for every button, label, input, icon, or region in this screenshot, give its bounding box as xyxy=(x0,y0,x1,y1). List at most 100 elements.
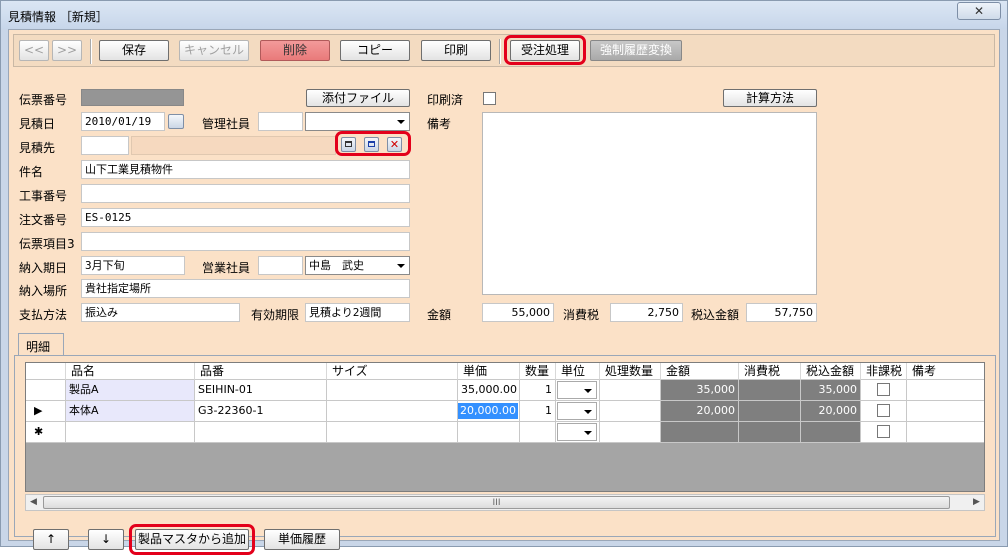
destination-name-field xyxy=(131,136,336,155)
next-record-button[interactable]: >> xyxy=(52,40,82,61)
cell-size[interactable] xyxy=(327,401,458,422)
row-header[interactable]: ▶ xyxy=(26,401,66,422)
slip-item3-field[interactable] xyxy=(81,232,410,251)
delete-button[interactable]: 削除 xyxy=(260,40,330,61)
client-area: << >> 保存 キャンセル 削除 コピー 印刷 受注処理 強制履歴変換 伝票番… xyxy=(8,29,1000,555)
cell-nontax[interactable] xyxy=(861,422,907,443)
row-header[interactable] xyxy=(26,380,66,401)
unit-select[interactable] xyxy=(557,402,597,420)
nontax-checkbox[interactable] xyxy=(877,383,890,396)
window-icon[interactable] xyxy=(341,137,356,152)
sales-staff-select[interactable]: 中島 武史 xyxy=(305,256,410,275)
work-no-label: 工事番号 xyxy=(19,189,68,203)
delivery-date-label: 納入期日 xyxy=(19,261,68,275)
item-name-field[interactable]: 山下工業見積物件 xyxy=(81,160,410,179)
col-header-unit[interactable]: 単位 xyxy=(556,363,600,380)
slip-item3-label: 伝票項目3 xyxy=(19,237,75,251)
cell-remarks[interactable] xyxy=(907,422,984,443)
nontax-checkbox[interactable] xyxy=(877,404,890,417)
cell-qty[interactable]: 1 xyxy=(520,401,556,422)
order-no-field[interactable]: ES-0125 xyxy=(81,208,410,227)
scroll-right-icon[interactable]: ▶ xyxy=(969,496,984,509)
cell-proc-qty[interactable] xyxy=(600,401,661,422)
sales-staff-label: 営業社員 xyxy=(202,261,251,275)
col-header-price[interactable]: 単価 xyxy=(458,363,520,380)
horizontal-scrollbar[interactable]: ◀ III ▶ xyxy=(25,494,985,511)
col-header-name[interactable]: 品名 xyxy=(66,363,195,380)
cell-nontax[interactable] xyxy=(861,401,907,422)
cell-remarks[interactable] xyxy=(907,401,984,422)
detail-grid: 品名 品番 サイズ 単価 数量 単位 処理数量 金額 消費税 税込金額 非課税 … xyxy=(25,362,985,492)
cell-price[interactable]: 35,000.00 xyxy=(458,380,520,401)
cell-qty[interactable]: 1 xyxy=(520,380,556,401)
col-header-qty[interactable]: 数量 xyxy=(520,363,556,380)
clear-x-icon[interactable]: ✕ xyxy=(387,137,402,152)
slip-no-field xyxy=(81,89,184,106)
detail-panel: 品名 品番 サイズ 単価 数量 単位 処理数量 金額 消費税 税込金額 非課税 … xyxy=(14,355,996,555)
delivery-date-field[interactable]: 3月下旬 xyxy=(81,256,185,275)
cell-size[interactable] xyxy=(327,422,458,443)
col-header-code[interactable]: 品番 xyxy=(195,363,327,380)
grid-corner xyxy=(26,363,66,380)
save-button[interactable]: 保存 xyxy=(99,40,169,61)
col-header-remarks[interactable]: 備考 xyxy=(907,363,984,380)
col-header-tax[interactable]: 消費税 xyxy=(739,363,801,380)
col-header-proc-qty[interactable]: 処理数量 xyxy=(600,363,661,380)
cell-name[interactable]: 本体A xyxy=(66,401,195,422)
cell-total xyxy=(801,422,861,443)
remarks-field[interactable] xyxy=(482,112,817,295)
cell-price-selected[interactable]: 20,000.00 xyxy=(458,401,520,422)
valid-period-field[interactable]: 見積より2週間 xyxy=(305,303,410,322)
cell-name[interactable]: 製品A xyxy=(66,380,195,401)
destination-code-field[interactable] xyxy=(81,136,129,155)
work-no-field[interactable] xyxy=(81,184,410,203)
cell-qty[interactable] xyxy=(520,422,556,443)
order-processing-button[interactable]: 受注処理 xyxy=(510,40,580,61)
estimate-date-field[interactable]: 2010/01/19 xyxy=(81,112,165,131)
col-header-amount[interactable]: 金額 xyxy=(661,363,739,380)
cell-proc-qty[interactable] xyxy=(600,422,661,443)
delivery-place-field[interactable]: 貴社指定場所 xyxy=(81,279,410,298)
col-header-total[interactable]: 税込金額 xyxy=(801,363,861,380)
cell-price[interactable] xyxy=(458,422,520,443)
payment-method-field[interactable]: 振込み xyxy=(81,303,240,322)
row-header-new[interactable]: ✱ xyxy=(26,422,66,443)
nontax-checkbox[interactable] xyxy=(877,425,890,438)
cell-remarks[interactable] xyxy=(907,380,984,401)
tax-field: 2,750 xyxy=(610,303,683,322)
chevron-down-icon xyxy=(397,120,405,124)
cell-tax xyxy=(739,401,801,422)
force-history-convert-button[interactable]: 強制履歴変換 xyxy=(590,40,682,61)
calendar-button[interactable] xyxy=(168,114,184,129)
cell-unit[interactable] xyxy=(556,380,600,401)
cell-unit[interactable] xyxy=(556,401,600,422)
manager-code-field[interactable] xyxy=(258,112,303,131)
prev-record-button[interactable]: << xyxy=(19,40,49,61)
col-header-nontax[interactable]: 非課税 xyxy=(861,363,907,380)
cell-proc-qty[interactable] xyxy=(600,380,661,401)
cell-name[interactable] xyxy=(66,422,195,443)
col-header-size[interactable]: サイズ xyxy=(327,363,458,380)
copy-button[interactable]: コピー xyxy=(340,40,410,61)
sales-staff-code-field[interactable] xyxy=(258,256,303,275)
attach-file-button[interactable]: 添付ファイル xyxy=(306,89,410,107)
tab-detail[interactable]: 明細 xyxy=(18,333,64,356)
print-button[interactable]: 印刷 xyxy=(421,40,491,61)
scrollbar-thumb[interactable]: III xyxy=(43,496,950,509)
cell-unit[interactable] xyxy=(556,422,600,443)
unit-select[interactable] xyxy=(557,381,597,399)
unit-select[interactable] xyxy=(557,423,597,441)
cell-size[interactable] xyxy=(327,380,458,401)
calc-method-button[interactable]: 計算方法 xyxy=(723,89,817,107)
cell-code[interactable]: SEIHIN-01 xyxy=(195,380,327,401)
cell-nontax[interactable] xyxy=(861,380,907,401)
title-bar: 見積情報 ［新規］ ✕ xyxy=(1,1,1007,29)
cell-code[interactable] xyxy=(195,422,327,443)
cell-code[interactable]: G3-22360-1 xyxy=(195,401,327,422)
close-button[interactable]: ✕ xyxy=(957,2,1001,20)
printed-checkbox[interactable] xyxy=(483,92,496,105)
manager-select[interactable] xyxy=(305,112,410,131)
scroll-left-icon[interactable]: ◀ xyxy=(26,496,41,509)
window-alt-icon[interactable] xyxy=(364,137,379,152)
cancel-button[interactable]: キャンセル xyxy=(179,40,249,61)
